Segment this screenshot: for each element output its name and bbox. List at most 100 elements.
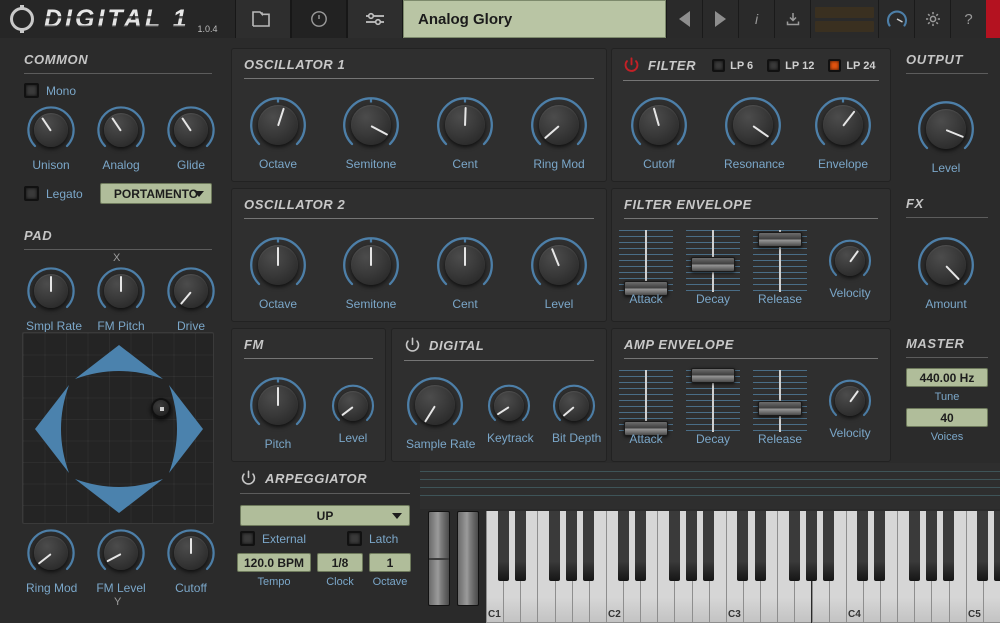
master-tune-field[interactable]: 440.00 Hz: [906, 368, 988, 387]
knob-fm-pitch-main[interactable]: Pitch: [249, 376, 307, 451]
mixer-settings-button[interactable]: [347, 0, 403, 38]
black-key[interactable]: [823, 511, 834, 581]
mod-wheel[interactable]: [457, 511, 479, 606]
mono-toggle[interactable]: Mono: [24, 83, 212, 98]
knob-fx-amount[interactable]: Amount: [917, 236, 975, 311]
master-voices-field[interactable]: 40: [906, 408, 988, 427]
black-key[interactable]: [943, 511, 954, 581]
knob-filter-envelope[interactable]: Envelope: [814, 96, 872, 171]
pad-ring-mod-knob-body[interactable]: [26, 528, 76, 578]
knob-osc2-semitone[interactable]: Semitone: [342, 236, 400, 311]
fm-pitch-knob-body[interactable]: [96, 266, 146, 316]
mono-checkbox[interactable]: [24, 83, 39, 98]
save-preset-button[interactable]: [774, 0, 810, 38]
filter-env-release-slider[interactable]: [753, 230, 807, 292]
black-key[interactable]: [583, 511, 594, 581]
black-key[interactable]: [874, 511, 885, 581]
lp12-checkbox[interactable]: [767, 59, 780, 72]
filter-env-attack-slider[interactable]: [619, 230, 673, 292]
knob-fm-level[interactable]: FM Level: [96, 528, 146, 595]
osc2-octave-knob-body[interactable]: [249, 236, 307, 294]
lp24-checkbox[interactable]: [828, 59, 841, 72]
fm-level-knob-body[interactable]: [96, 528, 146, 578]
latch-checkbox[interactable]: [347, 531, 362, 546]
knob-filter-cutoff[interactable]: Cutoff: [630, 96, 688, 171]
osc1-octave-knob-body[interactable]: [249, 96, 307, 154]
drive-knob-body[interactable]: [166, 266, 216, 316]
amp-env-decay-thumb[interactable]: [691, 368, 735, 383]
knob-pad-cutoff[interactable]: Cutoff: [166, 528, 216, 595]
amp-env-velocity-knob-body[interactable]: [828, 379, 872, 423]
filter-mode-lp6[interactable]: LP 6: [712, 59, 753, 72]
black-key[interactable]: [755, 511, 766, 581]
fx-amount-knob-body[interactable]: [917, 236, 975, 294]
pad-cutoff-knob-body[interactable]: [166, 528, 216, 578]
arpeggiator-power-icon[interactable]: [240, 470, 257, 487]
arpeggiator-tempo-field[interactable]: 120.0 BPM: [237, 553, 311, 572]
filter-cutoff-knob-body[interactable]: [630, 96, 688, 154]
knob-sample-rate[interactable]: Sample Rate: [406, 376, 464, 451]
black-key[interactable]: [994, 511, 1000, 581]
black-key[interactable]: [686, 511, 697, 581]
settings-button[interactable]: [914, 0, 950, 38]
knob-filter-env-velocity[interactable]: Velocity: [828, 239, 872, 300]
knob-unison[interactable]: Unison: [26, 105, 76, 172]
knob-osc2-level[interactable]: Level: [530, 236, 588, 311]
black-key[interactable]: [549, 511, 560, 581]
lp6-checkbox[interactable]: [712, 59, 725, 72]
knob-osc1-cent[interactable]: Cent: [436, 96, 494, 171]
knob-fm-pitch[interactable]: FM Pitch: [96, 266, 146, 333]
knob-bit-depth[interactable]: Bit Depth: [552, 384, 596, 445]
filter-envelope-knob-body[interactable]: [814, 96, 872, 154]
fm-level-main-knob-body[interactable]: [331, 384, 375, 428]
legato-toggle[interactable]: Legato: [24, 186, 83, 201]
knob-osc1-octave[interactable]: Octave: [249, 96, 307, 171]
amp-env-release-thumb[interactable]: [758, 401, 802, 416]
black-key[interactable]: [737, 511, 748, 581]
digital-power-icon[interactable]: [404, 337, 421, 354]
arpeggiator-mode-dropdown[interactable]: UP: [240, 505, 410, 526]
filter-power-icon[interactable]: [623, 57, 640, 74]
knob-osc1-semitone[interactable]: Semitone: [342, 96, 400, 171]
black-key[interactable]: [618, 511, 629, 581]
arpeggiator-latch-toggle[interactable]: Latch: [347, 531, 398, 546]
black-key[interactable]: [977, 511, 988, 581]
arpeggiator-octave-field[interactable]: 1: [369, 553, 411, 572]
knob-fm-level-main[interactable]: Level: [331, 384, 375, 445]
black-key[interactable]: [909, 511, 920, 581]
osc2-semitone-knob-body[interactable]: [342, 236, 400, 294]
knob-output-level[interactable]: Level: [917, 100, 975, 175]
black-key[interactable]: [669, 511, 680, 581]
previous-preset-button[interactable]: [666, 0, 702, 38]
filter-mode-lp12[interactable]: LP 12: [767, 59, 814, 72]
arpeggiator-external-toggle[interactable]: External: [240, 531, 306, 546]
osc2-cent-knob-body[interactable]: [436, 236, 494, 294]
next-preset-button[interactable]: [702, 0, 738, 38]
black-key[interactable]: [566, 511, 577, 581]
smpl-rate-knob-body[interactable]: [26, 266, 76, 316]
knob-drive[interactable]: Drive: [166, 266, 216, 333]
legato-checkbox[interactable]: [24, 186, 39, 201]
black-key[interactable]: [515, 511, 526, 581]
output-level-knob-body[interactable]: [917, 100, 975, 158]
knob-amp-env-velocity[interactable]: Velocity: [828, 379, 872, 440]
fm-pitch-main-knob-body[interactable]: [249, 376, 307, 434]
osc1-cent-knob-body[interactable]: [436, 96, 494, 154]
knob-osc2-cent[interactable]: Cent: [436, 236, 494, 311]
filter-mode-lp24[interactable]: LP 24: [828, 59, 875, 72]
amp-env-attack-slider[interactable]: [619, 370, 673, 432]
black-key[interactable]: [498, 511, 509, 581]
black-key[interactable]: [635, 511, 646, 581]
osc1-semitone-knob-body[interactable]: [342, 96, 400, 154]
knob-glide[interactable]: Glide: [166, 105, 216, 172]
xy-pad[interactable]: [22, 332, 214, 524]
clock-button[interactable]: [291, 0, 347, 38]
analog-knob-body[interactable]: [96, 105, 146, 155]
filter-resonance-knob-body[interactable]: [724, 96, 782, 154]
black-key[interactable]: [926, 511, 937, 581]
sample-rate-knob-body[interactable]: [406, 376, 464, 434]
black-key[interactable]: [789, 511, 800, 581]
pitch-wheel[interactable]: [428, 511, 450, 606]
unison-knob-body[interactable]: [26, 105, 76, 155]
bit-depth-knob-body[interactable]: [552, 384, 596, 428]
